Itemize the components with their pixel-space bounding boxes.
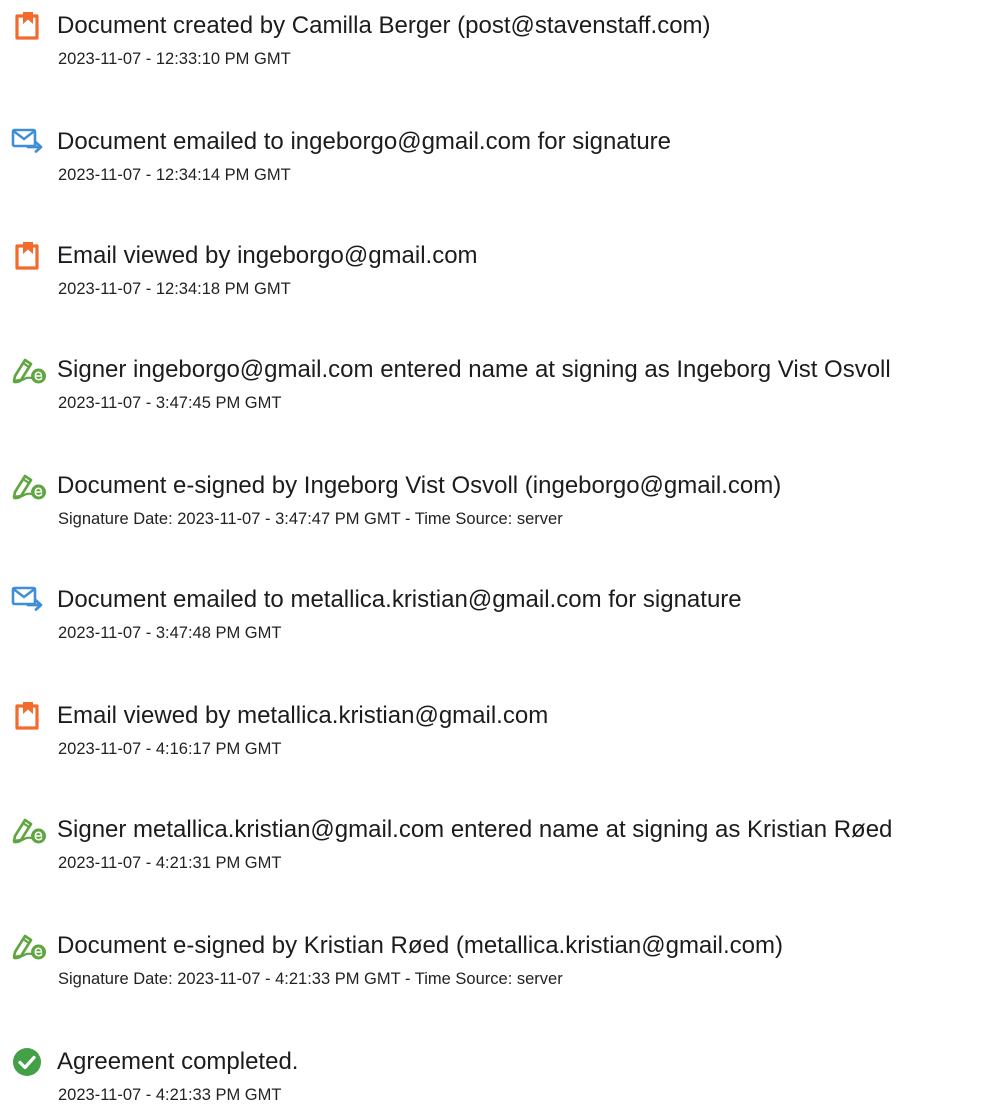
audit-entry-title: Agreement completed. xyxy=(57,1048,299,1075)
email-sent-icon xyxy=(11,584,47,616)
audit-entry-timestamp: 2023-11-07 - 12:34:18 PM GMT xyxy=(58,280,291,298)
audit-entry-timestamp: 2023-11-07 - 3:47:48 PM GMT xyxy=(58,624,282,642)
audit-entry-timestamp: 2023-11-07 - 4:21:31 PM GMT xyxy=(58,854,282,872)
audit-entry-title: Signer ingeborgo@gmail.com entered name … xyxy=(57,356,891,383)
audit-entry-signature-date: Signature Date: 2023-11-07 - 3:47:47 PM … xyxy=(58,510,563,528)
checkmark-circle-icon xyxy=(11,1046,47,1078)
email-sent-icon xyxy=(11,126,47,158)
esign-pen-icon xyxy=(11,814,47,846)
esign-pen-icon xyxy=(11,930,47,962)
audit-entry-title: Signer metallica.kristian@gmail.com ente… xyxy=(57,816,893,843)
audit-entry-title: Document emailed to metallica.kristian@g… xyxy=(57,586,742,613)
audit-entry-title: Email viewed by ingeborgo@gmail.com xyxy=(57,242,478,269)
audit-entry-timestamp: 2023-11-07 - 12:34:14 PM GMT xyxy=(58,166,291,184)
esign-pen-icon xyxy=(11,354,47,386)
audit-entry-title: Document emailed to ingeborgo@gmail.com … xyxy=(57,128,672,155)
document-icon xyxy=(11,10,47,42)
audit-entry-title: Document created by Camilla Berger (post… xyxy=(57,12,711,39)
document-icon xyxy=(11,240,47,272)
audit-entry-timestamp: 2023-11-07 - 3:47:45 PM GMT xyxy=(58,394,282,412)
audit-entry-timestamp: 2023-11-07 - 12:33:10 PM GMT xyxy=(58,50,291,68)
document-icon xyxy=(11,700,47,732)
audit-entry-title: Email viewed by metallica.kristian@gmail… xyxy=(57,702,549,729)
audit-entry-title: Document e-signed by Ingeborg Vist Osvol… xyxy=(57,472,782,499)
audit-entry-timestamp: 2023-11-07 - 4:21:33 PM GMT xyxy=(58,1086,282,1104)
audit-entry-signature-date: Signature Date: 2023-11-07 - 4:21:33 PM … xyxy=(58,970,563,988)
audit-entry-title: Document e-signed by Kristian Røed (meta… xyxy=(57,932,783,959)
esign-pen-icon xyxy=(11,470,47,502)
audit-entry-timestamp: 2023-11-07 - 4:16:17 PM GMT xyxy=(58,740,282,758)
